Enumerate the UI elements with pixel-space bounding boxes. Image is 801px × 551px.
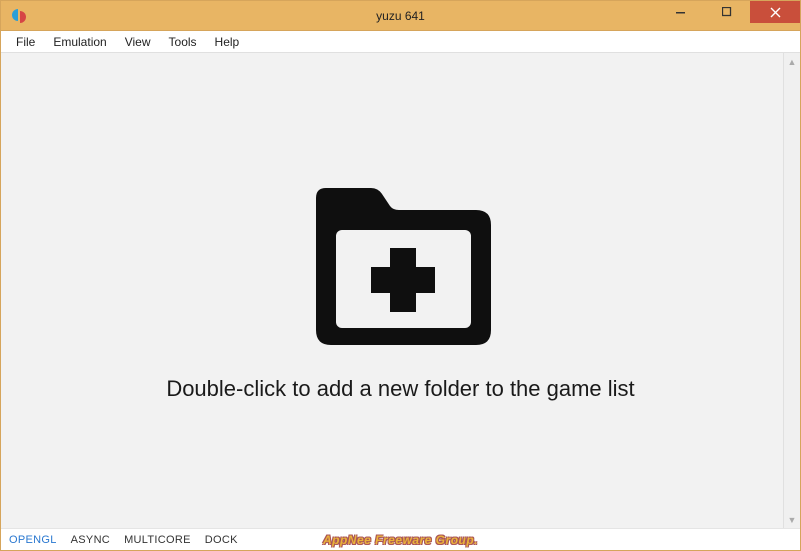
- menu-help[interactable]: Help: [206, 33, 249, 51]
- menu-tools[interactable]: Tools: [160, 33, 206, 51]
- scroll-track[interactable]: [784, 70, 800, 511]
- empty-state-message: Double-click to add a new folder to the …: [166, 376, 634, 402]
- minimize-button[interactable]: [658, 1, 704, 23]
- app-icon: [9, 6, 29, 26]
- menubar: File Emulation View Tools Help: [1, 31, 800, 53]
- statusbar: OPENGL ASYNC MULTICORE DOCK AppNee Freew…: [1, 528, 800, 550]
- status-opengl[interactable]: OPENGL: [9, 534, 57, 546]
- close-button[interactable]: [750, 1, 800, 23]
- vertical-scrollbar[interactable]: ▲ ▼: [783, 53, 800, 528]
- scroll-down-arrow-icon[interactable]: ▼: [784, 511, 800, 528]
- status-async[interactable]: ASYNC: [71, 534, 110, 546]
- window-title: yuzu 641: [376, 9, 425, 23]
- main-content[interactable]: Double-click to add a new folder to the …: [1, 53, 800, 528]
- menu-view[interactable]: View: [116, 33, 160, 51]
- window-controls: [658, 1, 800, 23]
- scroll-up-arrow-icon[interactable]: ▲: [784, 53, 800, 70]
- watermark: AppNee Freeware Group.: [323, 533, 478, 547]
- menu-file[interactable]: File: [7, 33, 44, 51]
- app-window: yuzu 641 File Emulation View Tools Help: [0, 0, 801, 551]
- status-dock[interactable]: DOCK: [205, 534, 238, 546]
- add-folder-icon: [296, 180, 506, 358]
- menu-emulation[interactable]: Emulation: [44, 33, 115, 51]
- titlebar: yuzu 641: [1, 1, 800, 31]
- status-multicore[interactable]: MULTICORE: [124, 534, 191, 546]
- maximize-button[interactable]: [704, 1, 750, 23]
